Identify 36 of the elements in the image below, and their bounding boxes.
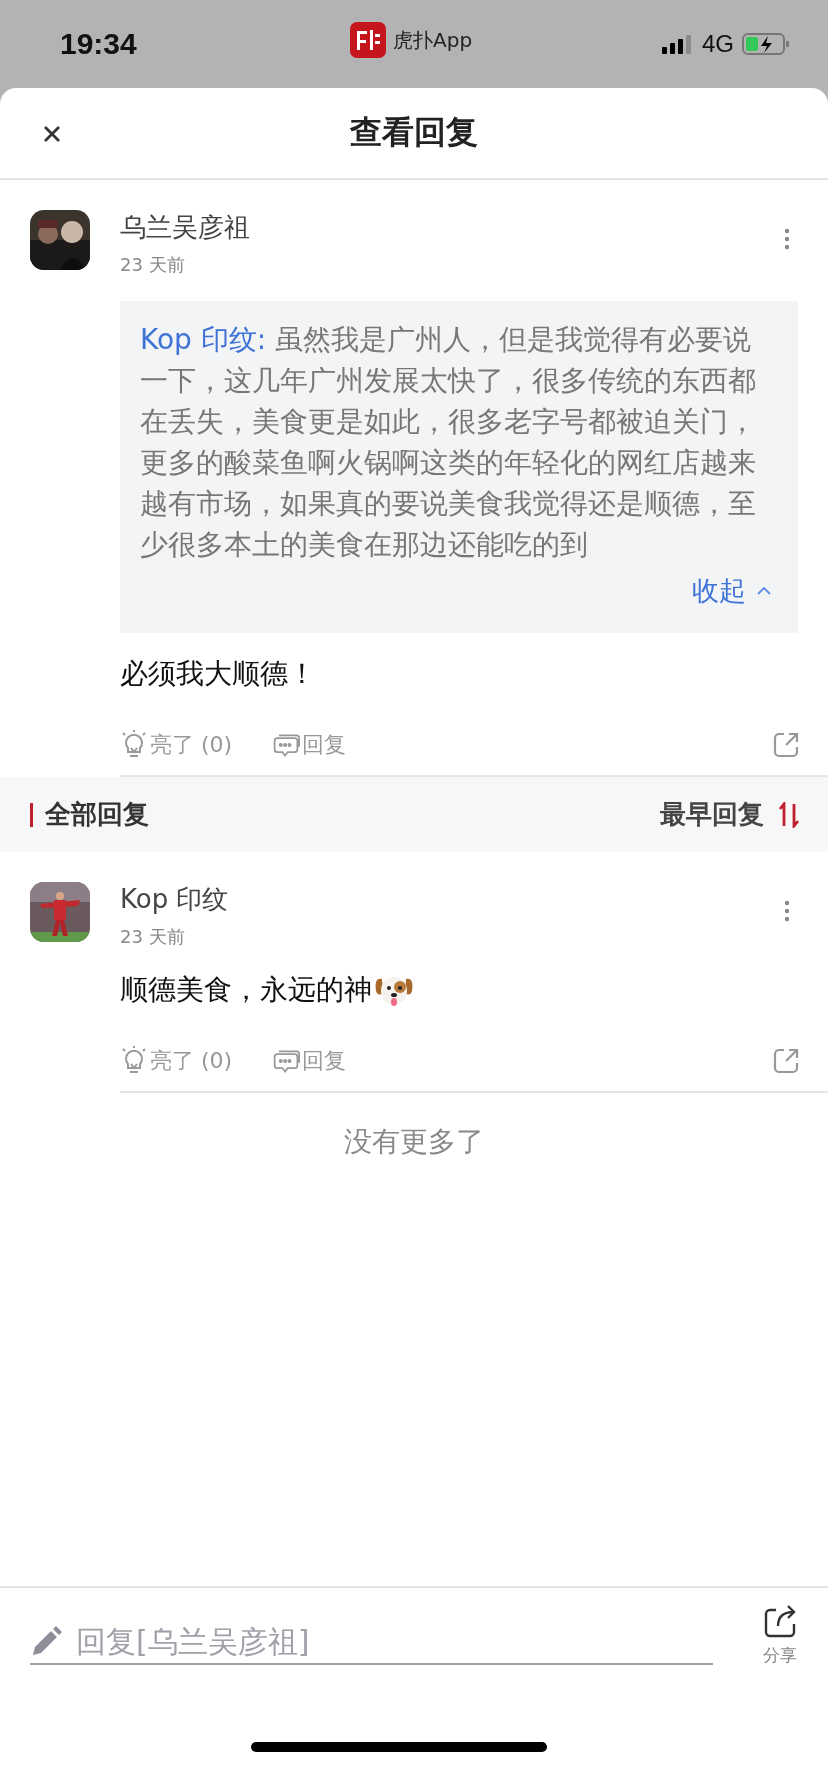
share-button[interactable]: 分享	[762, 1602, 798, 1667]
more-options-icon[interactable]	[784, 228, 790, 250]
comment-text: 顺德美食，永远的神	[120, 972, 372, 1008]
post-time: 23 天前	[120, 253, 186, 277]
app-name: 虎扑App	[393, 26, 473, 54]
quoted-author-link[interactable]: Kop 印纹:	[140, 323, 267, 356]
end-of-list-text: 没有更多了	[343, 1124, 485, 1160]
pencil-icon	[30, 1625, 62, 1658]
page-title: 查看回复	[350, 112, 478, 153]
lightbulb-icon	[120, 730, 148, 760]
status-time: 19:34	[60, 27, 137, 61]
share-icon[interactable]	[772, 731, 800, 759]
like-button[interactable]: 亮了 (0)	[120, 730, 233, 760]
author-name[interactable]: 乌兰吴彦祖	[120, 210, 250, 245]
section-title: 全部回复	[45, 798, 149, 831]
post-time: 23 天前	[120, 925, 186, 949]
lightbulb-icon	[120, 1046, 148, 1076]
app-logo-icon	[350, 22, 386, 58]
close-icon[interactable]	[42, 124, 62, 144]
network-label: 4G	[702, 30, 734, 58]
quoted-text: Kop 印纹: 虽然我是广州人，但是我觉得有必要说一下，这几年广州发展太快了，很多传统的东西都在丢失，美食更是如此，很多老字号都被迫关门，更多的酸菜鱼啊火锅啊这类的年轻化的网红店越来越有市场，如果真的要说美食我觉得还是顺德，至少很多本土的美食在那边还能吃的到	[140, 322, 757, 563]
like-button[interactable]: 亮了 (0)	[120, 1046, 233, 1076]
more-options-icon[interactable]	[784, 900, 790, 922]
share-icon[interactable]	[772, 1047, 800, 1075]
collapse-button[interactable]: 收起	[692, 573, 772, 609]
author-name[interactable]: Kop 印纹	[120, 882, 229, 917]
comment-text: 必须我大顺德！	[120, 656, 317, 692]
chevron-up-icon	[756, 586, 772, 596]
battery-icon	[742, 33, 790, 55]
reply-button[interactable]: 回复	[272, 1046, 347, 1076]
reply-button[interactable]: 回复	[272, 730, 347, 760]
signal-icon	[662, 34, 694, 54]
sort-arrows-icon	[778, 801, 800, 828]
reply-input-field[interactable]: 回复[乌兰吴彦祖]	[76, 1624, 676, 1659]
sort-button[interactable]: 最早回复	[660, 797, 800, 832]
share-icon	[762, 1602, 798, 1638]
